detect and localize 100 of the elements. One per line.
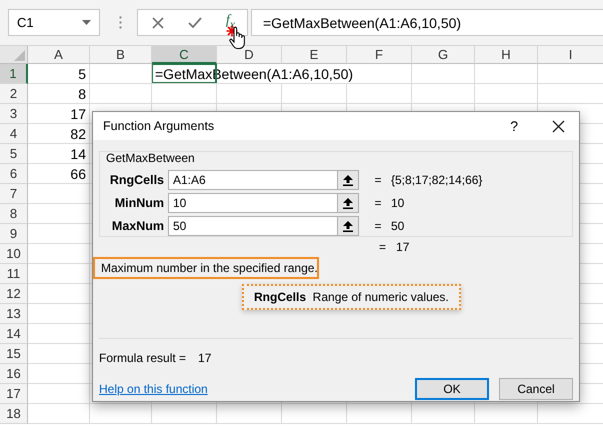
- argument-result: 10: [391, 196, 404, 210]
- dialog-title: Function Arguments: [103, 119, 216, 133]
- spreadsheet-cell[interactable]: [412, 404, 475, 424]
- argument-field[interactable]: 10: [168, 193, 359, 213]
- upload-arrow-icon: [343, 220, 353, 232]
- select-all-button[interactable]: [0, 46, 28, 64]
- select-all-icon[interactable]: [14, 50, 25, 61]
- check-icon[interactable]: [188, 17, 202, 28]
- cancel-button[interactable]: Cancel: [499, 378, 573, 400]
- row-header[interactable]: 7: [0, 184, 28, 204]
- spreadsheet-cell[interactable]: [28, 204, 90, 224]
- column-header[interactable]: I: [538, 46, 603, 64]
- upload-arrow-icon: [343, 174, 353, 186]
- dropdown-caret-icon: [82, 20, 91, 25]
- collapse-button[interactable]: [337, 217, 358, 235]
- spreadsheet-cell[interactable]: [28, 284, 90, 304]
- spreadsheet-cell[interactable]: [347, 84, 412, 104]
- spreadsheet-cell[interactable]: [217, 84, 282, 104]
- formula-result: 17: [198, 351, 212, 365]
- row-header[interactable]: 15: [0, 344, 28, 364]
- row-header[interactable]: 16: [0, 364, 28, 384]
- equals-sign: =: [379, 240, 386, 254]
- spreadsheet-cell[interactable]: [282, 404, 347, 424]
- spreadsheet-cell[interactable]: 8: [28, 84, 90, 104]
- spreadsheet-cell[interactable]: [28, 224, 90, 244]
- collapse-button[interactable]: [337, 171, 358, 189]
- spreadsheet-cell[interactable]: [28, 404, 90, 424]
- argument-label: RngCells: [110, 173, 164, 187]
- column-header[interactable]: B: [90, 46, 152, 64]
- name-box[interactable]: C1: [8, 9, 100, 36]
- row-header[interactable]: 10: [0, 244, 28, 264]
- row-header[interactable]: 13: [0, 304, 28, 324]
- function-description: Maximum number in the specified range.: [93, 257, 319, 279]
- equals-sign: =: [374, 219, 382, 233]
- spreadsheet-cell[interactable]: [28, 244, 90, 264]
- close-icon[interactable]: [552, 120, 565, 132]
- row-header[interactable]: 9: [0, 224, 28, 244]
- spreadsheet-cell[interactable]: [475, 84, 538, 104]
- spreadsheet-cell[interactable]: [217, 404, 282, 424]
- upload-arrow-icon: [343, 198, 353, 208]
- spreadsheet-cell[interactable]: [28, 344, 90, 364]
- column-header[interactable]: E: [282, 46, 347, 64]
- row-header[interactable]: 11: [0, 264, 28, 284]
- row-header[interactable]: 18: [0, 404, 28, 424]
- spreadsheet-cell[interactable]: 5: [28, 64, 90, 84]
- grip-icon: [119, 16, 122, 29]
- equals-sign: =: [374, 196, 382, 210]
- argument-field[interactable]: 50: [168, 216, 359, 236]
- spreadsheet-cell[interactable]: [412, 84, 475, 104]
- formula-field[interactable]: =GetMaxBetween(A1:A6,10,50): [251, 9, 603, 36]
- argument-result: 50: [391, 219, 404, 233]
- row-header[interactable]: 6: [0, 164, 28, 184]
- spreadsheet-cell[interactable]: [28, 324, 90, 344]
- argument-field[interactable]: A1:A6: [168, 170, 359, 190]
- function-result: 17: [396, 240, 410, 254]
- spreadsheet-cell[interactable]: 82: [28, 124, 90, 144]
- argument-result: {5;8;17;82;14;66}: [391, 173, 482, 187]
- spreadsheet-cell[interactable]: [152, 84, 217, 104]
- spreadsheet-cell[interactable]: [412, 64, 475, 84]
- cancel-icon[interactable]: [152, 16, 164, 28]
- formula-result-label: Formula result =: [99, 351, 186, 365]
- spreadsheet-cell[interactable]: [475, 64, 538, 84]
- spreadsheet-cell[interactable]: [28, 384, 90, 404]
- row-header[interactable]: 17: [0, 384, 28, 404]
- help-link[interactable]: Help on this function: [99, 382, 208, 396]
- spreadsheet-cell[interactable]: [282, 84, 347, 104]
- help-button[interactable]: ?: [510, 118, 518, 134]
- row-header[interactable]: 8: [0, 204, 28, 224]
- spreadsheet-cell[interactable]: 66: [28, 164, 90, 184]
- row-header[interactable]: 4: [0, 124, 28, 144]
- spreadsheet-cell[interactable]: [28, 304, 90, 324]
- row-header[interactable]: 12: [0, 284, 28, 304]
- spreadsheet-cell[interactable]: 14: [28, 144, 90, 164]
- row-header[interactable]: 1: [0, 64, 28, 84]
- spreadsheet-cell[interactable]: [28, 364, 90, 384]
- row-header[interactable]: 5: [0, 144, 28, 164]
- spreadsheet-cell[interactable]: [475, 404, 538, 424]
- row-header[interactable]: 2: [0, 84, 28, 104]
- row-header[interactable]: 3: [0, 104, 28, 124]
- function-name: GetMaxBetween: [106, 151, 195, 165]
- argument-label: MaxNum: [112, 219, 164, 233]
- spreadsheet-cell[interactable]: 17: [28, 104, 90, 124]
- spreadsheet-cell[interactable]: [90, 404, 152, 424]
- spreadsheet-cell[interactable]: [28, 184, 90, 204]
- argument-label: MinNum: [114, 196, 164, 210]
- column-header[interactable]: D: [217, 46, 282, 64]
- row-header[interactable]: 14: [0, 324, 28, 344]
- column-header[interactable]: G: [412, 46, 475, 64]
- spreadsheet-cell[interactable]: [90, 84, 152, 104]
- column-header[interactable]: A: [28, 46, 90, 64]
- column-header[interactable]: H: [475, 46, 538, 64]
- equals-sign: =: [374, 173, 382, 187]
- ok-button[interactable]: OK: [415, 378, 489, 400]
- spreadsheet-cell[interactable]: [347, 404, 412, 424]
- spreadsheet-cell[interactable]: [90, 64, 152, 84]
- spreadsheet-cell[interactable]: [152, 404, 217, 424]
- column-header[interactable]: F: [347, 46, 412, 64]
- column-header[interactable]: C: [152, 46, 217, 64]
- spreadsheet-cell[interactable]: [28, 264, 90, 284]
- collapse-button[interactable]: [337, 194, 358, 212]
